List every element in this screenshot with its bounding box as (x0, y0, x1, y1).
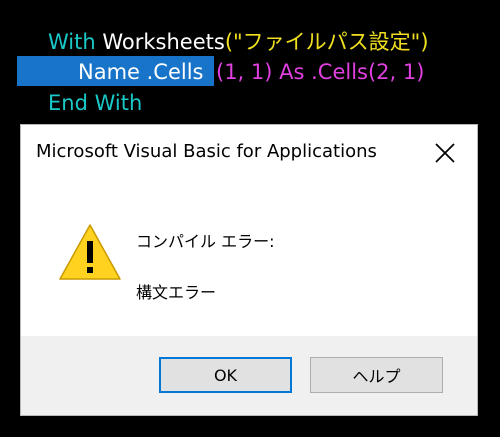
selected-code-text: Name .Cells (78, 60, 204, 84)
close-icon (435, 143, 455, 163)
dialog-title: Microsoft Visual Basic for Applications (36, 141, 377, 162)
keyword-end-with: End With (48, 91, 143, 115)
dialog-footer: OK ヘルプ (21, 336, 477, 415)
code-editor[interactable]: With Worksheets("ファイルパス設定") Name .Cells … (0, 0, 500, 125)
code-line-with: With Worksheets("ファイルパス設定") (48, 27, 429, 57)
error-heading: コンパイル エラー: (136, 232, 275, 251)
dialog-content: コンパイル エラー: 構文エラー (21, 181, 477, 336)
ok-button[interactable]: OK (159, 357, 292, 393)
error-detail: 構文エラー (136, 283, 217, 302)
error-dialog: Microsoft Visual Basic for Applications … (20, 124, 478, 416)
warning-icon (59, 224, 121, 280)
worksheets-argument: ("ファイルパス設定") (224, 30, 429, 54)
worksheets-identifier: Worksheets (102, 30, 225, 54)
code-line-cells-rest: (1, 1) As .Cells(2, 1) (216, 60, 425, 84)
close-button[interactable] (429, 137, 461, 169)
dialog-titlebar[interactable]: Microsoft Visual Basic for Applications (21, 125, 477, 181)
keyword-with: With (48, 30, 96, 54)
help-button[interactable]: ヘルプ (310, 357, 443, 393)
code-line-end-with: End With (48, 88, 142, 118)
